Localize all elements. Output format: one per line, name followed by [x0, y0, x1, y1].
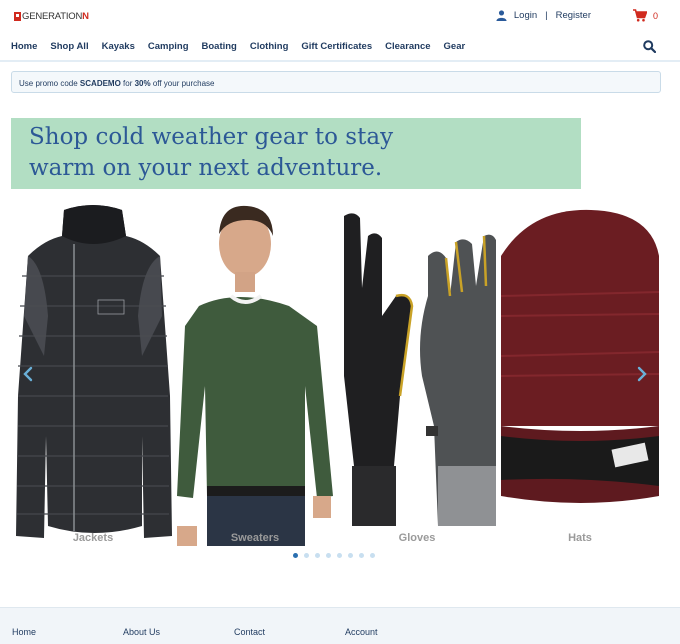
carousel-dot[interactable] — [337, 553, 342, 558]
hero-line-2: warm on your next adventure. — [29, 155, 383, 181]
carousel-slide-sweaters[interactable]: Sweaters — [177, 196, 333, 546]
nav-item-gift-certificates[interactable]: Gift Certificates — [301, 41, 372, 52]
slide-label-jackets: Jackets — [72, 532, 114, 544]
carousel-dot[interactable] — [315, 553, 320, 558]
cart-icon[interactable] — [632, 9, 647, 22]
promo-percent: 30% — [134, 79, 151, 88]
carousel-slide-jackets[interactable]: Jackets — [14, 196, 172, 546]
nav-item-home[interactable]: Home — [11, 41, 37, 52]
slide-label-hats: Hats — [568, 532, 592, 544]
footer-link-home[interactable]: Home — [12, 627, 36, 637]
promo-text-after: off your purchase — [150, 79, 215, 88]
footer-link-account[interactable]: Account — [345, 627, 378, 637]
account-separator: | — [545, 10, 548, 21]
category-carousel: Jackets Sweaters Gloves Hats — [11, 196, 659, 558]
account-bar: Login | Register 0 — [496, 9, 658, 22]
logo-mark-icon — [14, 12, 21, 21]
nav-item-camping[interactable]: Camping — [148, 41, 189, 52]
gloves-image — [338, 196, 496, 546]
nav-item-shop-all[interactable]: Shop All — [50, 41, 88, 52]
site-footer: Home About Us Contact Account — [0, 607, 680, 644]
carousel-dots — [293, 553, 381, 558]
carousel-dot[interactable] — [304, 553, 309, 558]
register-link[interactable]: Register — [556, 10, 591, 21]
carousel-slide-gloves[interactable]: Gloves — [338, 196, 496, 546]
jacket-image — [14, 196, 172, 546]
site-header: GENERATIONN Login | Register 0 Home Shop… — [0, 0, 680, 62]
nav-item-boating[interactable]: Boating — [202, 41, 237, 52]
carousel-dot[interactable] — [293, 553, 298, 558]
carousel-dot[interactable] — [348, 553, 353, 558]
nav-item-kayaks[interactable]: Kayaks — [102, 41, 135, 52]
nav-item-clearance[interactable]: Clearance — [385, 41, 430, 52]
logo-prefix: GENERATION — [22, 11, 83, 22]
slide-label-sweaters: Sweaters — [230, 532, 280, 544]
hero-line-1: Shop cold weather gear to stay — [29, 124, 394, 150]
carousel-dot[interactable] — [370, 553, 375, 558]
slide-label-gloves: Gloves — [398, 532, 436, 544]
carousel-dot[interactable] — [326, 553, 331, 558]
main-nav: Home Shop All Kayaks Camping Boating Clo… — [11, 41, 478, 52]
footer-link-about-us[interactable]: About Us — [123, 627, 160, 637]
user-icon — [496, 10, 507, 21]
nav-item-gear[interactable]: Gear — [444, 41, 466, 52]
cart-count: 0 — [652, 10, 658, 21]
footer-link-contact[interactable]: Contact — [234, 627, 265, 637]
login-link[interactable]: Login — [514, 10, 537, 21]
promo-text-before: Use promo code — [19, 79, 80, 88]
nav-item-clothing[interactable]: Clothing — [250, 41, 289, 52]
search-icon[interactable] — [643, 40, 656, 53]
sweater-image — [177, 196, 333, 546]
promo-text-middle: for — [120, 79, 135, 88]
carousel-prev-arrow-icon[interactable] — [22, 366, 34, 382]
site-logo[interactable]: GENERATIONN — [14, 11, 89, 22]
promo-banner: Use promo code SCADEMO for 30% off your … — [11, 71, 661, 93]
promo-code: SCADEMO — [79, 79, 121, 88]
carousel-next-arrow-icon[interactable] — [636, 366, 648, 382]
carousel-dot[interactable] — [359, 553, 364, 558]
logo-suffix: N — [82, 11, 89, 22]
hero-banner: Shop cold weather gear to stay warm on y… — [11, 118, 581, 189]
